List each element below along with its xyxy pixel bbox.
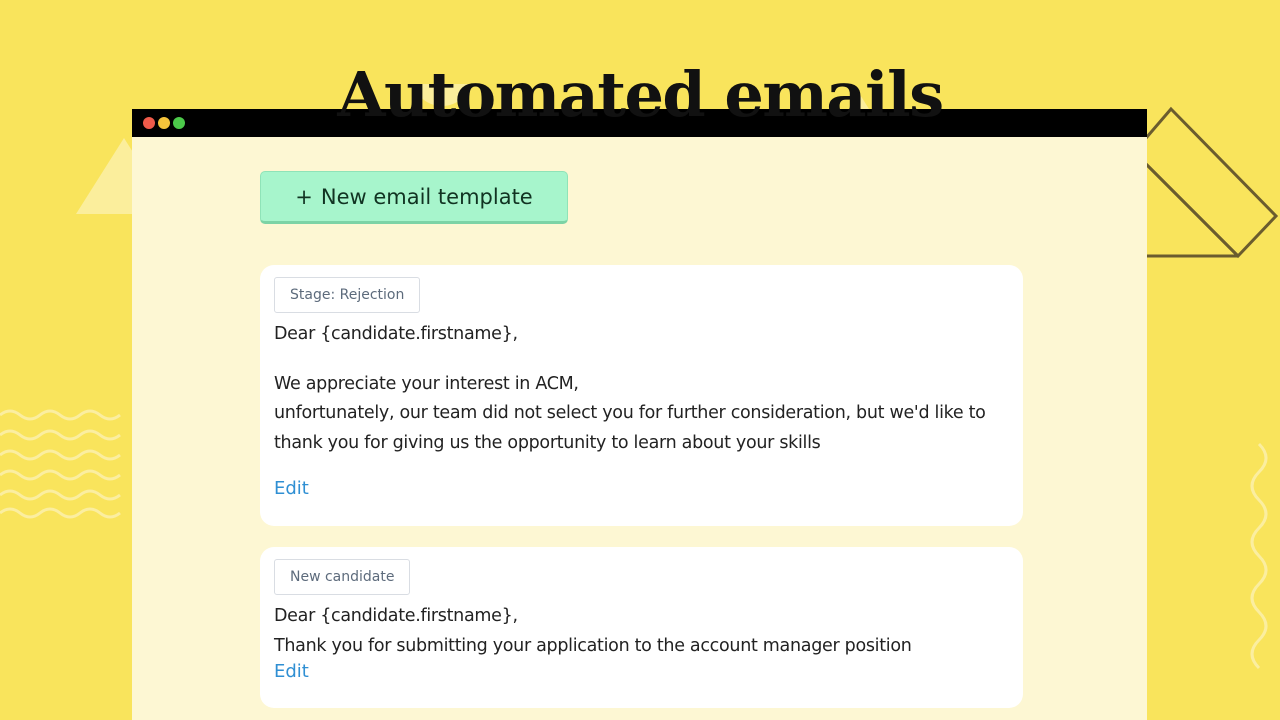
new-email-template-label: New email template — [320, 184, 533, 209]
email-template-card: Stage: Rejection Dear {candidate.firstna… — [260, 265, 1023, 526]
email-greeting: Dear {candidate.firstname}, — [274, 324, 518, 344]
app-window: + New email template Stage: Rejection De… — [132, 109, 1147, 720]
email-greeting: Dear {candidate.firstname}, — [274, 606, 518, 626]
email-body-line: We appreciate your interest in ACM, — [274, 373, 579, 394]
email-body-line: Thank you for submitting your applicatio… — [274, 635, 912, 656]
email-body-line: unfortunately, our team did not select y… — [274, 403, 986, 423]
plus-icon: + — [295, 184, 313, 209]
wave-lines-decoration — [0, 409, 121, 519]
new-email-template-button[interactable]: + New email template — [260, 171, 568, 224]
zigzag-decoration — [1250, 442, 1268, 670]
email-body-line: thank you for giving us the opportunity … — [274, 432, 821, 453]
diamond-outline-decoration — [1131, 106, 1279, 259]
stage-badge: Stage: Rejection — [274, 277, 421, 313]
email-template-card: New candidate Dear {candidate.firstname}… — [260, 547, 1023, 708]
page-heading: Automated emails — [337, 57, 944, 131]
edit-link[interactable]: Edit — [274, 661, 309, 682]
stage-badge: New candidate — [274, 559, 411, 595]
edit-link[interactable]: Edit — [274, 478, 309, 499]
